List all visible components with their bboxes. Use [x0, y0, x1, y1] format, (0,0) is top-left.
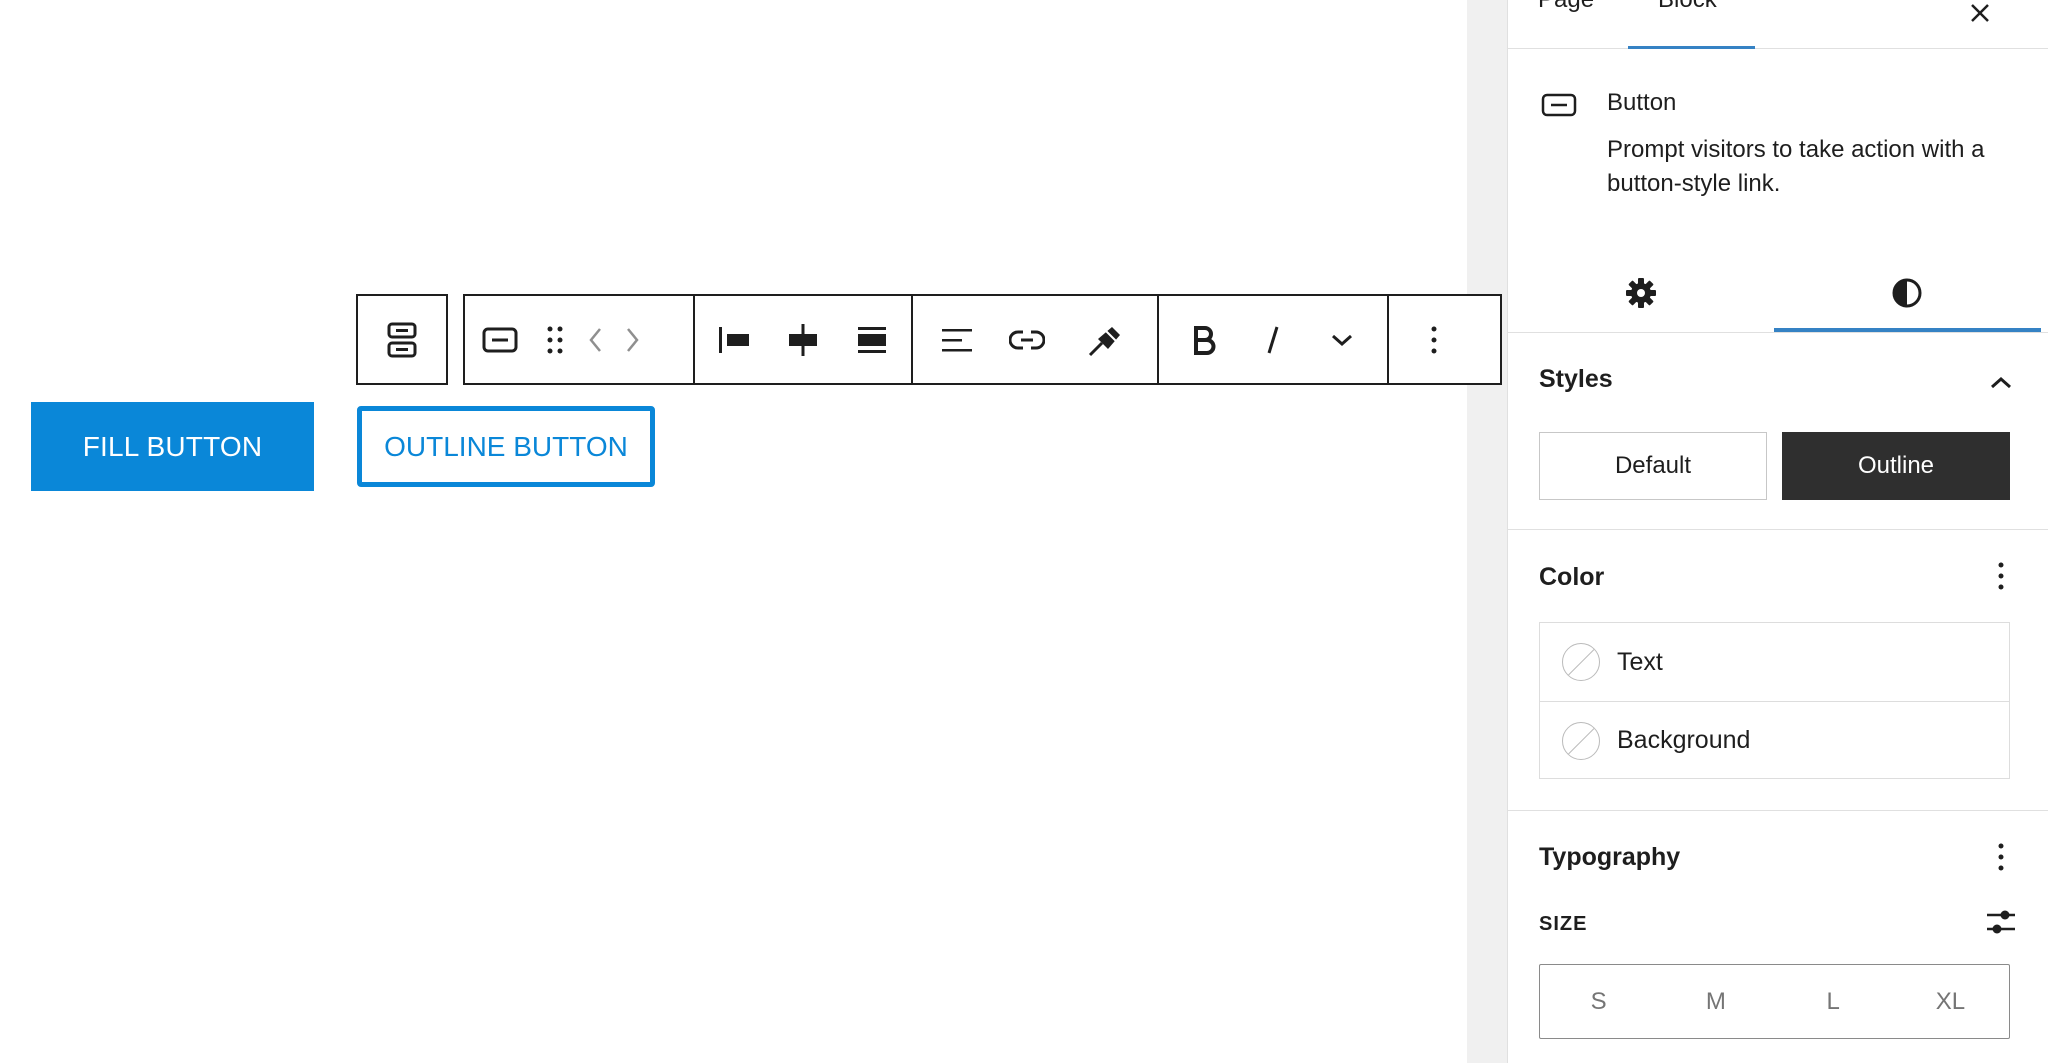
more-formatting-button[interactable]: [1297, 296, 1387, 383]
toolbar-parent-group: [356, 294, 448, 385]
typography-options-button[interactable]: [1976, 837, 2026, 877]
close-sidebar-button[interactable]: [1969, 0, 1991, 32]
custom-size-button[interactable]: [1976, 902, 2026, 942]
unlink-icon: [1088, 326, 1120, 356]
more-options-icon: [1431, 326, 1437, 353]
style-outline-button[interactable]: Outline: [1782, 432, 2010, 500]
more-options-icon: [1998, 562, 2004, 590]
fill-button[interactable]: FILL BUTTON: [31, 402, 314, 491]
more-options-icon: [1998, 843, 2004, 871]
block-name: Button: [1607, 89, 1677, 116]
justify-center-icon: [789, 323, 817, 356]
unlink-button[interactable]: [1053, 296, 1157, 383]
tab-settings[interactable]: [1508, 253, 1773, 333]
styles-collapse-button[interactable]: [1976, 363, 2026, 403]
canvas-gutter: [1467, 0, 1507, 1063]
move-right-icon: [627, 327, 639, 352]
styles-panel-title: Styles: [1539, 365, 1613, 393]
close-icon: [1971, 4, 1989, 22]
color-item-label: Text: [1617, 647, 1663, 676]
block-card: Button Prompt visitors to take action wi…: [1508, 49, 2048, 249]
tab-block[interactable]: Block: [1658, 0, 1717, 14]
color-item-background[interactable]: Background: [1540, 701, 2009, 779]
size-label: SIZE: [1539, 913, 1588, 935]
block-type-button[interactable]: [465, 296, 535, 383]
drag-handle[interactable]: [535, 296, 575, 383]
font-size-picker: S M L XL: [1539, 964, 2010, 1039]
contrast-icon: [1892, 278, 1921, 308]
settings-sliders-icon: [1987, 910, 2015, 934]
block-options-button[interactable]: [1389, 296, 1479, 383]
justify-left-button[interactable]: [695, 296, 773, 383]
typography-panel-title: Typography: [1539, 843, 1681, 871]
color-item-label: Background: [1617, 726, 1751, 754]
gear-icon: [1625, 278, 1656, 308]
outline-button[interactable]: OUTLINE BUTTON: [362, 411, 650, 482]
color-item-text[interactable]: Text: [1540, 623, 2009, 701]
italic-icon: [1267, 326, 1279, 353]
bold-button[interactable]: [1159, 296, 1249, 383]
size-option-s[interactable]: S: [1540, 965, 1657, 1038]
move-right-button[interactable]: [615, 296, 651, 383]
drag-handle-icon: [547, 326, 563, 353]
color-list: Text Background: [1539, 622, 2010, 779]
move-left-icon: [589, 327, 601, 352]
bold-icon: [1194, 325, 1216, 355]
block-toolbar: [463, 294, 1502, 385]
color-options-button[interactable]: [1976, 556, 2026, 596]
settings-sidebar: Page Block Button Prompt visitors to tak…: [1507, 0, 2048, 1063]
block-description: Prompt visitors to take action with a bu…: [1607, 136, 1985, 197]
chevron-up-icon: [1991, 376, 2011, 389]
italic-button[interactable]: [1249, 296, 1297, 383]
empty-swatch-icon: [1562, 643, 1600, 681]
align-text-button[interactable]: [913, 296, 1001, 383]
justify-left-icon: [719, 326, 749, 353]
buttons-parent-icon: [387, 322, 417, 357]
button-block-icon: [1541, 93, 1577, 117]
tab-styles[interactable]: [1774, 253, 2039, 333]
empty-swatch-icon: [1562, 721, 1600, 760]
chevron-down-icon: [1332, 334, 1352, 346]
link-button[interactable]: [1001, 296, 1053, 383]
move-left-button[interactable]: [575, 296, 615, 383]
justify-stretch-icon: [858, 326, 886, 353]
align-left-icon: [942, 328, 972, 351]
button-block-icon: [482, 327, 518, 352]
link-icon: [1009, 330, 1045, 349]
justify-center-button[interactable]: [773, 296, 833, 383]
inspector-tabs: [1508, 253, 2048, 333]
select-parent-button[interactable]: [358, 296, 446, 383]
size-option-m[interactable]: M: [1657, 965, 1774, 1038]
color-panel-title: Color: [1539, 563, 1605, 591]
active-subtab-indicator: [1774, 328, 2041, 332]
size-option-xl[interactable]: XL: [1892, 965, 2009, 1038]
justify-stretch-button[interactable]: [833, 296, 911, 383]
sidebar-tabs: Page Block: [1508, 0, 2048, 49]
tab-page[interactable]: Page: [1538, 0, 1594, 14]
style-default-button[interactable]: Default: [1539, 432, 1767, 500]
editor-canvas: [0, 0, 1467, 1063]
size-option-l[interactable]: L: [1775, 965, 1892, 1038]
